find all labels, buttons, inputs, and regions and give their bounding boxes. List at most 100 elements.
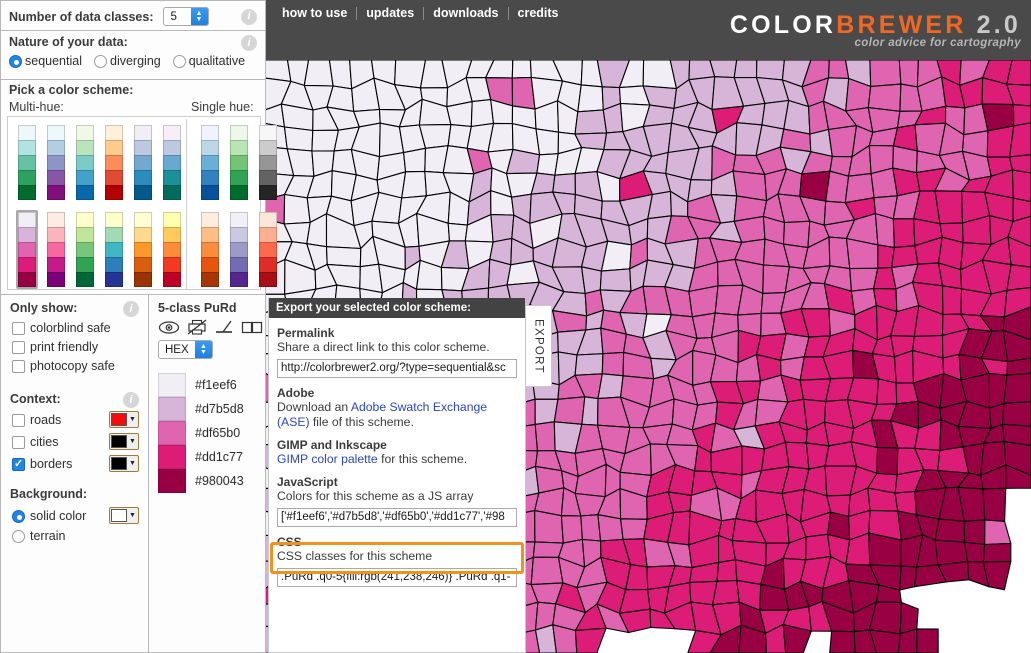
county-polygon[interactable] [581, 515, 601, 541]
county-polygon[interactable] [602, 352, 623, 375]
county-polygon[interactable] [621, 519, 648, 540]
county-polygon[interactable] [875, 214, 894, 248]
county-polygon[interactable] [600, 269, 631, 292]
info-icon-context[interactable]: i [123, 392, 139, 408]
county-polygon[interactable] [512, 60, 531, 78]
county-polygon[interactable] [578, 85, 604, 112]
county-polygon[interactable] [899, 60, 918, 87]
scheme-ramp-PuBuGn[interactable] [161, 123, 183, 202]
county-polygon[interactable] [1007, 265, 1031, 291]
color-picker-roads[interactable]: ▼ [109, 411, 139, 428]
county-polygon[interactable] [598, 515, 623, 541]
scheme-ramp-YlGn[interactable] [74, 210, 96, 289]
county-polygon[interactable] [877, 448, 898, 475]
county-polygon[interactable] [285, 127, 313, 151]
county-polygon[interactable] [536, 129, 559, 155]
county-polygon[interactable] [965, 542, 985, 562]
county-polygon[interactable] [554, 397, 585, 425]
county-polygon[interactable] [575, 354, 603, 376]
option-cities[interactable]: cities [12, 435, 58, 449]
county-polygon[interactable] [868, 84, 901, 111]
scheme-ramp-PuBu[interactable] [132, 123, 154, 202]
gimp-palette-link[interactable]: GIMP color palette [277, 452, 378, 466]
county-polygon[interactable] [553, 174, 576, 195]
export-tab[interactable]: EXPORT [526, 305, 552, 387]
hex-row[interactable]: #df65b0 [158, 421, 240, 445]
nav-link-how-to-use[interactable]: how to use [273, 5, 356, 21]
nav-link-downloads[interactable]: downloads [424, 5, 507, 21]
county-polygon[interactable] [935, 540, 968, 565]
javascript-array-input[interactable]: ['#f1eef6','#d7b5d8','#df65b0','#dd1c77'… [277, 508, 517, 527]
stepper-icon[interactable]: ▲▼ [191, 8, 208, 25]
scheme-ramp-PuRd[interactable] [16, 210, 38, 289]
county-polygon[interactable] [1012, 170, 1031, 202]
county-polygon[interactable] [582, 267, 602, 294]
info-icon-data-classes[interactable]: i [241, 9, 257, 25]
color-format-select[interactable]: HEX ▲▼ [158, 340, 213, 359]
radio-label-qualitative[interactable]: qualitative [189, 54, 245, 68]
radio-sequential[interactable] [9, 55, 22, 68]
county-polygon[interactable] [964, 520, 985, 545]
stepper-icon[interactable]: ▲▼ [195, 341, 212, 358]
color-chip[interactable] [158, 421, 186, 445]
county-polygon[interactable] [561, 516, 582, 543]
checkbox-colorblind-safe[interactable] [12, 322, 25, 335]
option-terrain[interactable]: terrain [12, 529, 65, 543]
color-chip[interactable] [158, 469, 186, 493]
hex-row[interactable]: #980043 [158, 469, 244, 493]
county-polygon[interactable] [1003, 401, 1031, 426]
county-polygon[interactable] [784, 221, 810, 247]
county-polygon[interactable] [491, 215, 514, 242]
county-polygon[interactable] [329, 60, 351, 89]
county-polygon[interactable] [983, 543, 1010, 562]
option-solid-color[interactable]: solid color [12, 509, 86, 523]
permalink-input[interactable]: http://colorbrewer2.org/?type=sequential… [277, 359, 517, 378]
scheme-ramp-BuPu[interactable] [45, 123, 67, 202]
county-polygon[interactable] [830, 631, 855, 653]
county-polygon[interactable] [893, 219, 915, 248]
scheme-ramp-Oranges[interactable] [199, 210, 221, 289]
hex-row[interactable]: #dd1c77 [158, 445, 243, 469]
checkbox-borders[interactable] [12, 458, 25, 471]
county-polygon[interactable] [327, 247, 361, 267]
scheme-ramp-Greys[interactable] [257, 123, 279, 202]
county-polygon[interactable] [284, 195, 310, 225]
scheme-ramp-GnBu[interactable] [74, 123, 96, 202]
county-polygon[interactable] [304, 60, 333, 86]
county-polygon[interactable] [1014, 105, 1031, 126]
scheme-ramp-Purples[interactable] [228, 210, 250, 289]
county-polygon[interactable] [471, 100, 493, 127]
county-polygon[interactable] [895, 351, 914, 384]
county-polygon[interactable] [713, 580, 740, 604]
css-classes-input[interactable]: .PuRd .q0-5{fill:rgb(241,238,246)} .PuRd… [277, 568, 517, 587]
county-polygon[interactable] [1004, 373, 1031, 403]
scheme-ramp-Greens[interactable] [228, 123, 250, 202]
checkbox-photocopy-safe[interactable] [12, 360, 25, 373]
option-roads[interactable]: roads [12, 413, 61, 427]
checkbox-roads[interactable] [12, 414, 25, 427]
option-borders[interactable]: borders [12, 457, 72, 471]
nav-link-credits[interactable]: credits [509, 5, 568, 21]
county-polygon[interactable] [935, 191, 962, 224]
eye-icon[interactable] [158, 320, 180, 335]
option-photocopy-safe[interactable]: photocopy safe [12, 359, 115, 373]
county-polygon[interactable] [983, 488, 1006, 521]
checkbox-print-friendly[interactable] [12, 341, 25, 354]
county-polygon[interactable] [877, 379, 897, 405]
county-polygon[interactable] [757, 60, 785, 80]
scheme-ramp-YlOrBr[interactable] [132, 210, 154, 289]
county-polygon[interactable] [535, 422, 555, 451]
radio-qualitative[interactable] [173, 55, 186, 68]
county-polygon[interactable] [784, 101, 810, 135]
color-picker-cities[interactable]: ▼ [109, 433, 139, 450]
radio-solid-color[interactable] [12, 510, 25, 523]
color-chip[interactable] [158, 445, 186, 469]
option-print-friendly[interactable]: print friendly [12, 340, 98, 354]
county-polygon[interactable] [402, 171, 427, 198]
data-classes-select[interactable]: 5 ▲▼ [163, 7, 209, 26]
photocopy-icon[interactable] [214, 319, 234, 335]
county-polygon[interactable] [404, 148, 426, 172]
info-icon-nature[interactable]: i [241, 35, 257, 51]
radio-diverging[interactable] [94, 55, 107, 68]
color-picker-borders[interactable]: ▼ [109, 455, 139, 472]
